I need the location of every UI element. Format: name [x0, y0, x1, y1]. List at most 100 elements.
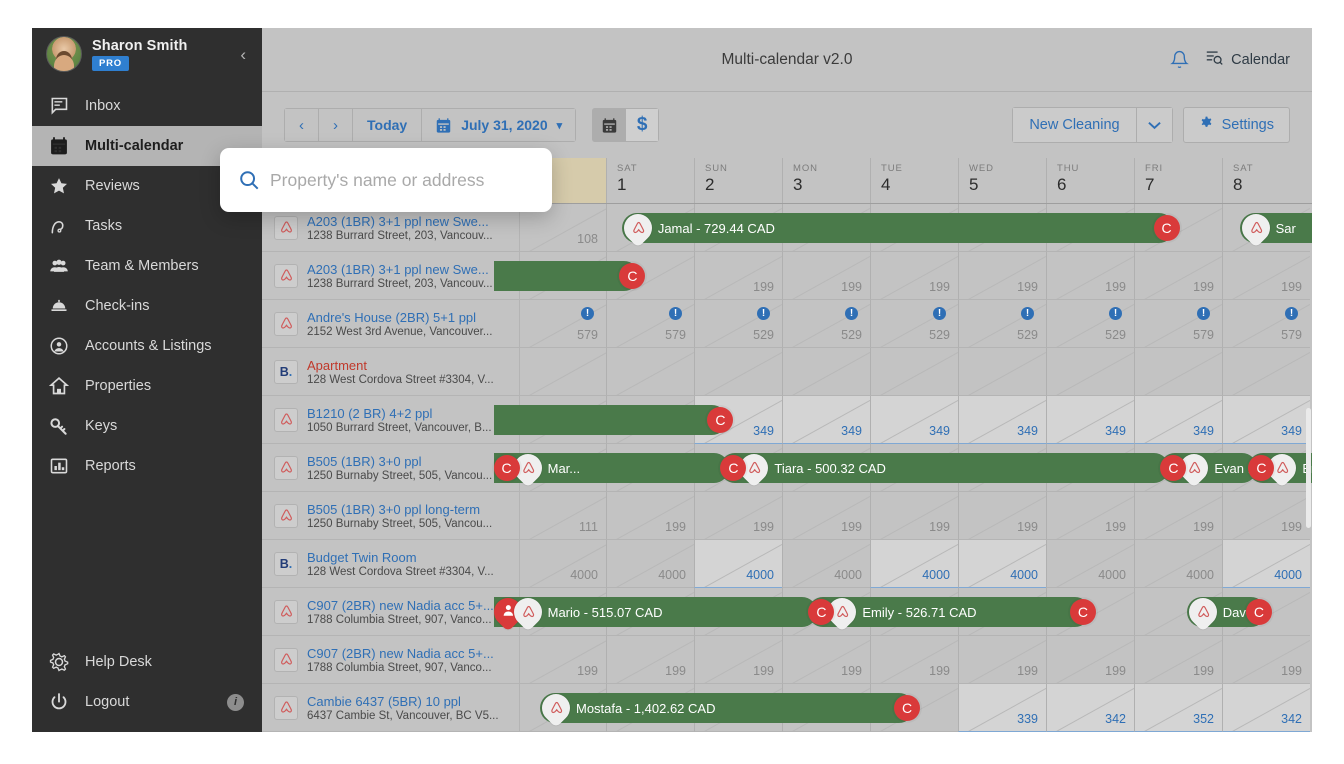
- sidebar-item-tasks[interactable]: Tasks: [32, 206, 262, 246]
- cell-price[interactable]: 199: [1105, 664, 1126, 678]
- day-cell[interactable]: 199: [1134, 492, 1222, 540]
- property-label[interactable]: A203 (1BR) 3+1 ppl new Swe...1238 Burrar…: [262, 252, 520, 300]
- sidebar-item-team-members[interactable]: Team & Members: [32, 246, 262, 286]
- warning-icon[interactable]: !: [1197, 307, 1210, 320]
- toggle-price-view[interactable]: $: [625, 108, 659, 142]
- day-cell[interactable]: 199: [606, 636, 694, 684]
- new-cleaning-caret-icon[interactable]: [1137, 107, 1173, 143]
- reservation-bar[interactable]: Mostafa - 1,402.62 CADC: [540, 693, 914, 723]
- cleaning-badge[interactable]: C: [894, 695, 920, 721]
- property-label[interactable]: C907 (2BR) new Nadia acc 5+...1788 Colum…: [262, 636, 520, 684]
- day-cell[interactable]: 579!: [606, 300, 694, 348]
- sidebar-item-properties[interactable]: Properties: [32, 366, 262, 406]
- cell-price[interactable]: 199: [753, 280, 774, 294]
- day-cell[interactable]: 199: [694, 252, 782, 300]
- day-cell[interactable]: 199: [1046, 252, 1134, 300]
- day-cell[interactable]: 342: [1222, 684, 1310, 732]
- cleaning-badge[interactable]: C: [1070, 599, 1096, 625]
- warning-icon[interactable]: !: [933, 307, 946, 320]
- cell-price[interactable]: 4000: [834, 568, 862, 582]
- cell-price[interactable]: 352: [1193, 712, 1214, 726]
- cell-price[interactable]: 199: [665, 520, 686, 534]
- today-button[interactable]: Today: [352, 108, 422, 142]
- reservation-bar[interactable]: Dave..C: [1187, 597, 1266, 627]
- sidebar-item-logout[interactable]: Logouti: [32, 682, 262, 722]
- day-cell[interactable]: 349: [870, 396, 958, 444]
- day-cell[interactable]: 4000: [1046, 540, 1134, 588]
- day-cell[interactable]: 342: [1046, 684, 1134, 732]
- cell-price[interactable]: 4000: [1186, 568, 1214, 582]
- day-cell[interactable]: 199: [1134, 636, 1222, 684]
- day-cell[interactable]: 199: [870, 492, 958, 540]
- property-name[interactable]: A203 (1BR) 3+1 ppl new Swe...: [307, 214, 493, 229]
- day-cell[interactable]: 349: [1046, 396, 1134, 444]
- day-cell[interactable]: 199: [870, 252, 958, 300]
- sidebar-item-help-desk[interactable]: Help Desk: [32, 642, 262, 682]
- chevron-left-icon[interactable]: ‹: [240, 46, 246, 63]
- sidebar-item-inbox[interactable]: Inbox: [32, 86, 262, 126]
- reservation-bar[interactable]: Jamal - 729.44 CADC: [622, 213, 1174, 243]
- user-profile[interactable]: Sharon Smith PRO ‹: [32, 28, 262, 80]
- warning-icon[interactable]: !: [1109, 307, 1122, 320]
- day-cell[interactable]: [520, 348, 606, 396]
- prev-button[interactable]: ‹: [284, 108, 319, 142]
- cell-price[interactable]: 199: [1193, 280, 1214, 294]
- cell-price[interactable]: 4000: [1098, 568, 1126, 582]
- property-label[interactable]: B.Budget Twin Room128 West Cordova Stree…: [262, 540, 520, 588]
- cell-price[interactable]: 199: [1193, 520, 1214, 534]
- day-cell[interactable]: [1046, 348, 1134, 396]
- day-cell[interactable]: 199: [870, 636, 958, 684]
- cell-price[interactable]: 199: [753, 520, 774, 534]
- day-cell[interactable]: [694, 348, 782, 396]
- day-cell[interactable]: 579!: [520, 300, 606, 348]
- day-cell[interactable]: 199: [1222, 252, 1310, 300]
- search-input[interactable]: [270, 170, 534, 191]
- cell-price[interactable]: 529: [1105, 328, 1126, 342]
- day-cell[interactable]: [958, 348, 1046, 396]
- day-cell[interactable]: 199: [782, 636, 870, 684]
- toggle-calendar-view[interactable]: [592, 108, 626, 142]
- reservation-bar[interactable]: CBrittany - 389.46: [1248, 453, 1312, 483]
- warning-icon[interactable]: !: [845, 307, 858, 320]
- warning-icon[interactable]: !: [581, 307, 594, 320]
- cell-price[interactable]: 4000: [922, 568, 950, 582]
- cell-price[interactable]: 349: [841, 424, 862, 438]
- day-cell[interactable]: [870, 348, 958, 396]
- property-label[interactable]: Cambie 6437 (5BR) 10 ppl6437 Cambie St, …: [262, 684, 520, 732]
- cell-price[interactable]: 199: [841, 280, 862, 294]
- property-name[interactable]: Budget Twin Room: [307, 550, 494, 565]
- new-cleaning-button[interactable]: New Cleaning: [1012, 107, 1136, 143]
- property-label[interactable]: Andre's House (2BR) 5+1 ppl2152 West 3rd…: [262, 300, 520, 348]
- day-cell[interactable]: [1222, 348, 1310, 396]
- cell-price[interactable]: 342: [1281, 712, 1302, 726]
- property-label[interactable]: B505 (1BR) 3+0 ppl long-term1250 Burnaby…: [262, 492, 520, 540]
- cell-price[interactable]: 199: [577, 664, 598, 678]
- cell-price[interactable]: 529: [1017, 328, 1038, 342]
- day-cell[interactable]: 4000: [1222, 540, 1310, 588]
- day-cell[interactable]: 199: [958, 492, 1046, 540]
- cell-price[interactable]: 199: [1105, 280, 1126, 294]
- property-label[interactable]: C907 (2BR) new Nadia acc 5+...1788 Colum…: [262, 588, 520, 636]
- property-label[interactable]: B505 (1BR) 3+0 ppl1250 Burnaby Street, 5…: [262, 444, 520, 492]
- info-badge[interactable]: i: [227, 694, 244, 711]
- day-cell[interactable]: 349: [1134, 396, 1222, 444]
- day-cell[interactable]: 4000: [782, 540, 870, 588]
- property-name[interactable]: C907 (2BR) new Nadia acc 5+...: [307, 646, 494, 661]
- property-name[interactable]: B505 (1BR) 3+0 ppl long-term: [307, 502, 492, 517]
- sidebar-item-accounts-listings[interactable]: Accounts & Listings: [32, 326, 262, 366]
- day-cell[interactable]: 4000: [870, 540, 958, 588]
- day-cell[interactable]: 349: [782, 396, 870, 444]
- cell-price[interactable]: 579: [1193, 328, 1214, 342]
- cell-price[interactable]: 579: [665, 328, 686, 342]
- warning-icon[interactable]: !: [1285, 307, 1298, 320]
- day-cell[interactable]: [606, 348, 694, 396]
- reservation-bar[interactable]: CEvan ..: [1160, 453, 1257, 483]
- cell-price[interactable]: 579: [577, 328, 598, 342]
- day-cell[interactable]: 529!: [1046, 300, 1134, 348]
- day-cell[interactable]: 111: [520, 492, 606, 540]
- cell-price[interactable]: 199: [1281, 520, 1302, 534]
- cleaning-badge[interactable]: C: [494, 455, 520, 481]
- warning-icon[interactable]: !: [1021, 307, 1034, 320]
- cell-price[interactable]: 199: [929, 664, 950, 678]
- cell-price[interactable]: 529: [929, 328, 950, 342]
